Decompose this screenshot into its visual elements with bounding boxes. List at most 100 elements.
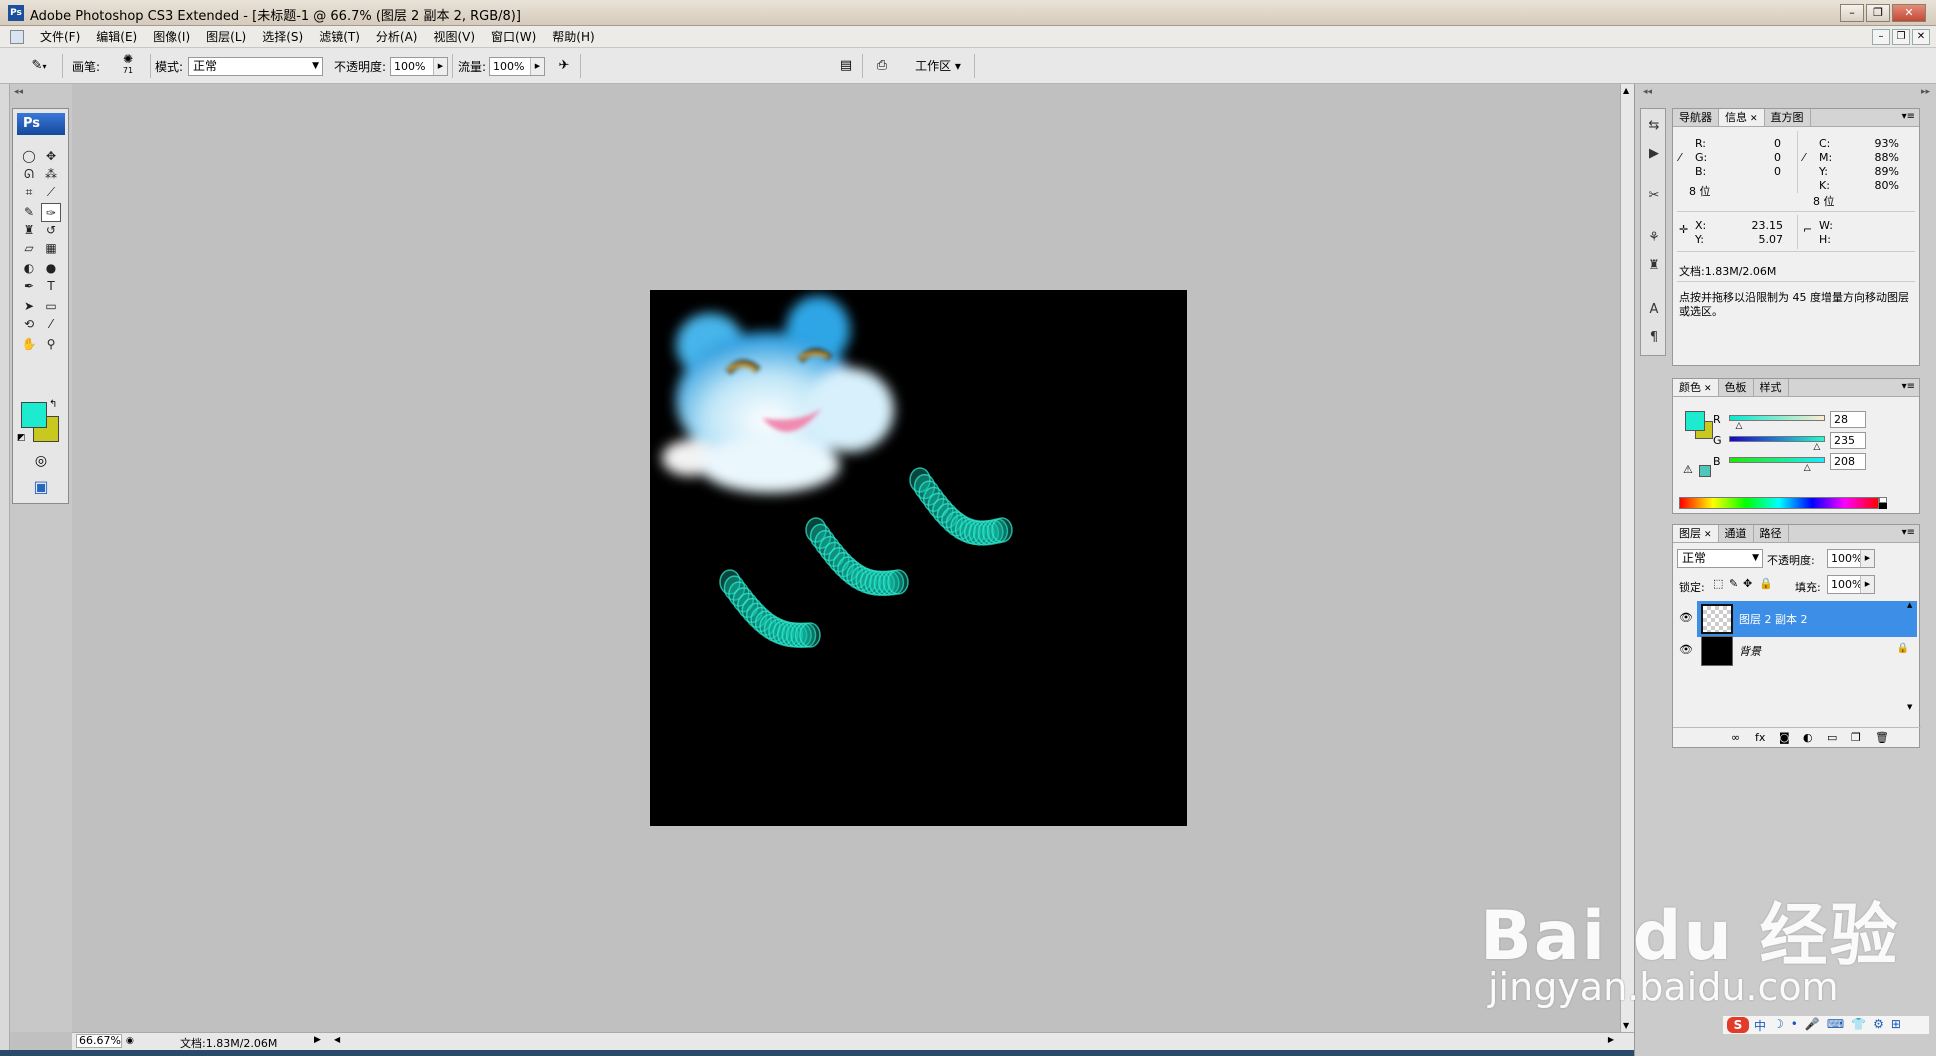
menu-item-5[interactable]: 滤镜(T) (311, 29, 368, 45)
3d-rotate-tool-icon[interactable]: ⟲ (19, 315, 39, 334)
menu-item-1[interactable]: 编辑(E) (88, 29, 145, 45)
gamut-swatch[interactable] (1699, 465, 1711, 477)
status-menu-icon[interactable]: ▶ (314, 1035, 321, 1045)
close-icon[interactable]: ✕ (1704, 384, 1712, 394)
eyedropper-tool-icon[interactable]: ⁄ (41, 315, 61, 334)
eyedropper-icon[interactable]: ⁄ (1679, 151, 1681, 164)
collapse-icon[interactable]: ▸▸ (1921, 87, 1930, 97)
black-swatch[interactable] (1879, 503, 1887, 509)
doc-restore-button[interactable]: ❐ (1892, 29, 1910, 45)
slider-arrow-icon[interactable]: ▶ (433, 58, 447, 75)
shape-tool-icon[interactable]: ▭ (41, 297, 61, 316)
layer-list-scrollbar[interactable]: ▲ ▼ (1907, 601, 1917, 711)
move-tool-icon[interactable]: ✥ (41, 147, 61, 166)
lock-position-icon[interactable]: ✥ (1743, 577, 1752, 590)
history-panel-icon[interactable]: ⇆ (1643, 115, 1665, 137)
slider-arrow-icon[interactable]: ▶ (530, 58, 544, 75)
character-panel-icon[interactable]: A (1643, 299, 1665, 321)
lasso-tool-icon[interactable]: ᘏ (19, 165, 39, 184)
clone-source-icon[interactable]: ♜ (1643, 255, 1665, 277)
close-icon[interactable]: ✕ (1704, 530, 1712, 540)
new-layer-icon[interactable]: ❐ (1851, 731, 1861, 744)
close-button[interactable]: ✕ (1892, 4, 1926, 22)
tool-preset-picker[interactable]: ✎▾ (22, 56, 56, 76)
ime-item-1[interactable]: ☽ (1773, 1017, 1784, 1034)
scroll-up-icon[interactable]: ▲ (1907, 601, 1912, 609)
layer-visibility-eye-icon[interactable]: 👁 (1679, 643, 1693, 656)
menu-item-8[interactable]: 窗口(W) (483, 29, 544, 45)
link-layers-icon[interactable]: ∞ (1731, 731, 1740, 744)
magic-wand-tool-icon[interactable]: ⁂ (41, 165, 61, 184)
lock-image-icon[interactable]: ✎ (1729, 577, 1738, 590)
lock-all-icon[interactable]: 🔒 (1759, 577, 1773, 590)
flow-input[interactable]: 100% ▶ (489, 57, 545, 76)
slice-tool-icon[interactable]: ⟋ (41, 183, 61, 202)
paragraph-panel-icon[interactable]: ¶ (1643, 327, 1665, 349)
gradient-tool-icon[interactable]: ▦ (41, 239, 61, 258)
foreground-color-swatch[interactable] (21, 402, 47, 428)
doc-close-button[interactable]: ✕ (1912, 29, 1930, 45)
bridge-icon[interactable]: ⎙ (870, 56, 894, 76)
scroll-up-icon[interactable]: ▲ (1623, 86, 1629, 95)
actions-panel-icon[interactable]: ▶ (1643, 143, 1665, 165)
lock-transparency-icon[interactable]: ⬚ (1713, 577, 1723, 590)
layer-row[interactable]: 图层 2 副本 2 (1697, 601, 1917, 637)
panel-menu-icon[interactable]: ▾≡ (1902, 111, 1915, 122)
menu-item-4[interactable]: 选择(S) (254, 29, 311, 45)
healing-brush-tool-icon[interactable]: ✎ (19, 203, 39, 222)
slider-handle-icon[interactable]: △ (1813, 442, 1820, 452)
tab-styles[interactable]: 样式 (1754, 379, 1789, 396)
tab-navigator[interactable]: 导航器 (1673, 109, 1719, 126)
blend-mode-select[interactable]: 正常 ▼ (1677, 549, 1763, 568)
screen-mode-icon[interactable]: ▣ (27, 477, 55, 499)
tab-channels[interactable]: 通道 (1719, 525, 1754, 542)
marquee-tool-icon[interactable]: ◯ (19, 147, 39, 166)
crop-tool-icon[interactable]: ⌗ (19, 183, 39, 202)
swap-colors-icon[interactable]: ↰ (49, 399, 57, 410)
workspace-button[interactable]: 工作区 ▾ (908, 56, 968, 76)
menu-item-6[interactable]: 分析(A) (368, 29, 426, 45)
mode-select[interactable]: 正常 ▼ (188, 57, 323, 76)
type-tool-icon[interactable]: T (41, 277, 61, 296)
brush-picker[interactable]: ✺ 71 (108, 52, 148, 82)
eyedropper-icon[interactable]: ⁄ (1803, 151, 1805, 164)
layer-style-icon[interactable]: fx (1755, 731, 1765, 744)
collapse-icon[interactable]: ◂◂ (14, 87, 23, 97)
layer-mask-icon[interactable]: ◙ (1779, 731, 1790, 744)
scroll-right-icon[interactable]: ▶ (1608, 1035, 1614, 1044)
ime-item-7[interactable]: ⊞ (1891, 1017, 1901, 1034)
layer-row[interactable]: 背景 🔒 (1697, 633, 1917, 669)
scroll-down-icon[interactable]: ▼ (1623, 1021, 1629, 1030)
gamut-warning-icon[interactable]: ⚠ (1683, 463, 1693, 476)
channel-value-g[interactable]: 235 (1830, 432, 1866, 449)
tab-color[interactable]: 颜色 ✕ (1673, 379, 1719, 396)
menu-item-2[interactable]: 图像(I) (145, 29, 198, 45)
brushes-panel-icon[interactable]: ✂ (1643, 185, 1665, 207)
close-icon[interactable]: ✕ (1750, 114, 1758, 124)
tab-layers[interactable]: 图层 ✕ (1673, 525, 1719, 542)
collapse-icon[interactable]: ◂◂ (1643, 87, 1652, 97)
layer-opacity-input[interactable]: 100% ▶ (1827, 549, 1875, 568)
tab-info[interactable]: 信息 ✕ (1719, 109, 1765, 126)
slider-handle-icon[interactable]: △ (1736, 421, 1743, 431)
zoom-tool-icon[interactable]: ⚲ (41, 335, 61, 354)
menu-item-9[interactable]: 帮助(H) (544, 29, 602, 45)
slider-arrow-icon[interactable]: ▶ (1860, 550, 1874, 567)
pen-tool-icon[interactable]: ✒ (19, 277, 39, 296)
vertical-scrollbar[interactable]: ▲ ▼ (1620, 84, 1634, 1032)
ime-item-6[interactable]: ⚙ (1873, 1017, 1884, 1034)
airbrush-toggle-icon[interactable]: ✈ (552, 56, 576, 76)
adjustment-layer-icon[interactable]: ◐ (1803, 731, 1813, 744)
ime-item-4[interactable]: ⌨ (1827, 1017, 1844, 1034)
document-menu-icon[interactable] (10, 30, 24, 44)
restore-button[interactable]: ❐ (1866, 4, 1890, 22)
channel-slider-r[interactable] (1729, 415, 1825, 421)
delete-layer-icon[interactable]: 🗑 (1875, 731, 1889, 744)
fill-input[interactable]: 100% ▶ (1827, 575, 1875, 594)
tool-presets-icon[interactable]: ⚘ (1643, 227, 1665, 249)
default-colors-icon[interactable]: ◩ (17, 433, 26, 443)
stamp-tool-icon[interactable]: ♜ (19, 221, 39, 240)
tab-swatches[interactable]: 色板 (1719, 379, 1754, 396)
tab-paths[interactable]: 路径 (1754, 525, 1789, 542)
channel-slider-g[interactable] (1729, 436, 1825, 442)
